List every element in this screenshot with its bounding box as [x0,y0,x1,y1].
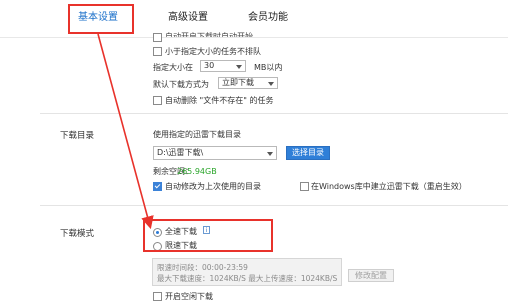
annotation-arrow [97,33,154,230]
annotation-arrow-line [97,33,154,230]
